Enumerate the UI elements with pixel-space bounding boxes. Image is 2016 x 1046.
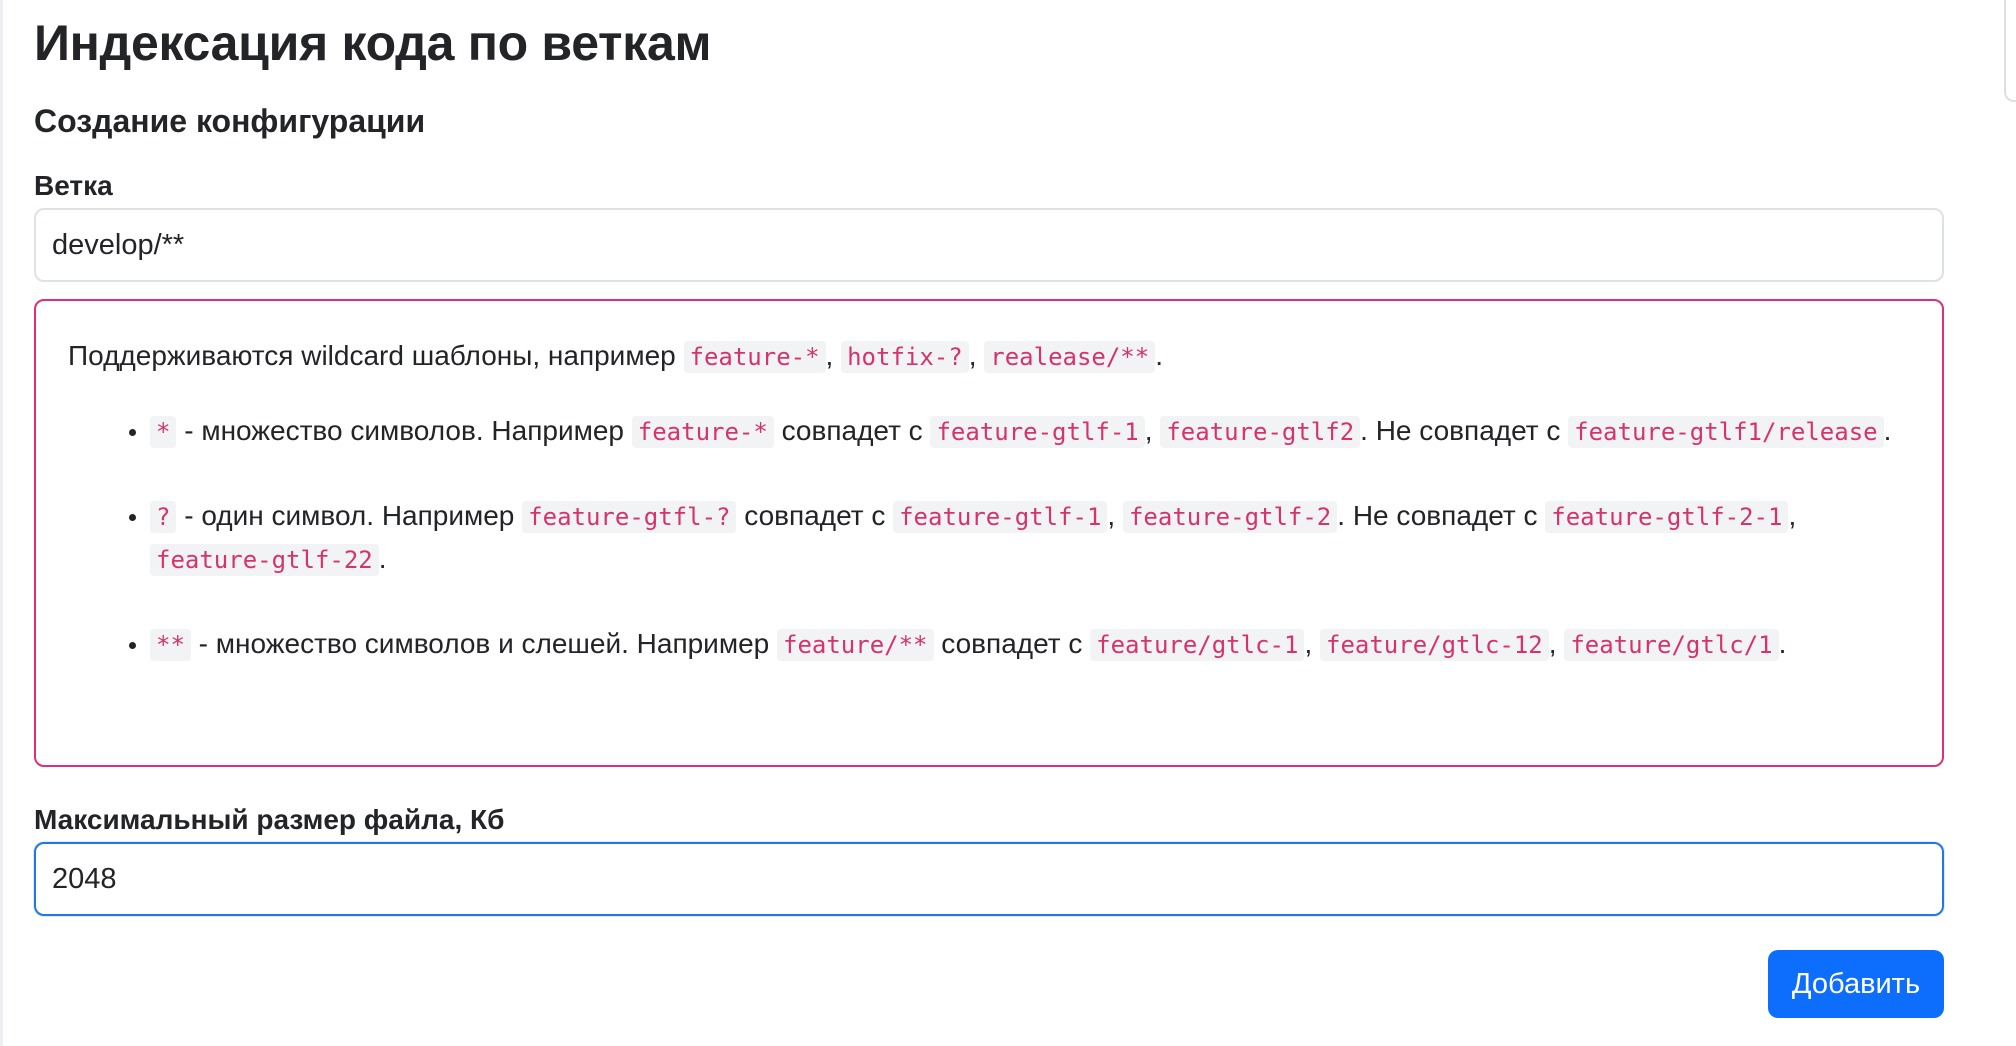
rule-match: feature-gtlf2 xyxy=(1160,416,1361,448)
rule-symbol: ** xyxy=(150,629,191,661)
branch-input[interactable] xyxy=(34,208,1944,282)
rule-match: feature/gtlc-12 xyxy=(1320,629,1549,661)
rule-no-match-text: . Не совпадет с xyxy=(1360,415,1569,446)
page-title: Индексация кода по веткам xyxy=(34,15,712,71)
rule-match: feature/gtlc/1 xyxy=(1564,629,1779,661)
rule-symbol: * xyxy=(150,416,177,448)
rule-match: feature/gtlc-1 xyxy=(1090,629,1305,661)
left-panel-border xyxy=(0,0,3,1046)
rule-no-match-text: . Не совпадет с xyxy=(1337,500,1546,531)
branch-label: Ветка xyxy=(34,170,113,201)
example-code: realease/** xyxy=(984,341,1156,373)
rule-no-match: feature-gtlf-22 xyxy=(150,544,379,576)
add-button[interactable]: Добавить xyxy=(1768,950,1944,1018)
rule-item-double-star: ** - множество символов и слешей. Наприм… xyxy=(150,623,1910,666)
rule-description: - один символ. Например xyxy=(176,500,523,531)
rule-pattern: feature-gtfl-? xyxy=(522,501,737,533)
rule-description: - множество символов. Например xyxy=(176,415,632,446)
rule-item-star: * - множество символов. Например feature… xyxy=(150,410,1910,453)
rule-no-match: feature-gtlf-2-1 xyxy=(1545,501,1789,533)
help-intro-text: Поддерживаются wildcard шаблоны, наприме… xyxy=(68,340,684,371)
rule-matches-text: совпадет с xyxy=(736,500,894,531)
rule-pattern: feature-* xyxy=(631,416,774,448)
right-panel-edge xyxy=(2004,0,2016,102)
rule-match: feature-gtlf-1 xyxy=(893,501,1108,533)
rule-no-match: feature-gtlf1/release xyxy=(1568,416,1884,448)
rule-match: feature-gtlf-2 xyxy=(1122,501,1338,533)
example-code: hotfix-? xyxy=(841,341,969,373)
rule-matches-text: совпадет с xyxy=(773,415,931,446)
rule-pattern: feature/** xyxy=(777,629,934,661)
section-title: Создание конфигурации xyxy=(34,103,426,139)
wildcard-rules-list: * - множество символов. Например feature… xyxy=(68,410,1910,666)
rule-match: feature-gtlf-1 xyxy=(930,416,1145,448)
rule-matches-text: совпадет с xyxy=(933,628,1091,659)
wildcard-help-box: Поддерживаются wildcard шаблоны, наприме… xyxy=(34,299,1944,767)
help-intro: Поддерживаются wildcard шаблоны, наприме… xyxy=(68,340,1163,373)
max-size-label: Максимальный размер файла, Кб xyxy=(34,804,505,835)
example-code: feature-* xyxy=(683,341,826,373)
rule-item-question: ? - один символ. Например feature-gtfl-?… xyxy=(150,495,1910,581)
max-size-input[interactable] xyxy=(34,842,1944,916)
rule-symbol: ? xyxy=(150,501,177,533)
rule-description: - множество символов и слешей. Например xyxy=(190,628,777,659)
